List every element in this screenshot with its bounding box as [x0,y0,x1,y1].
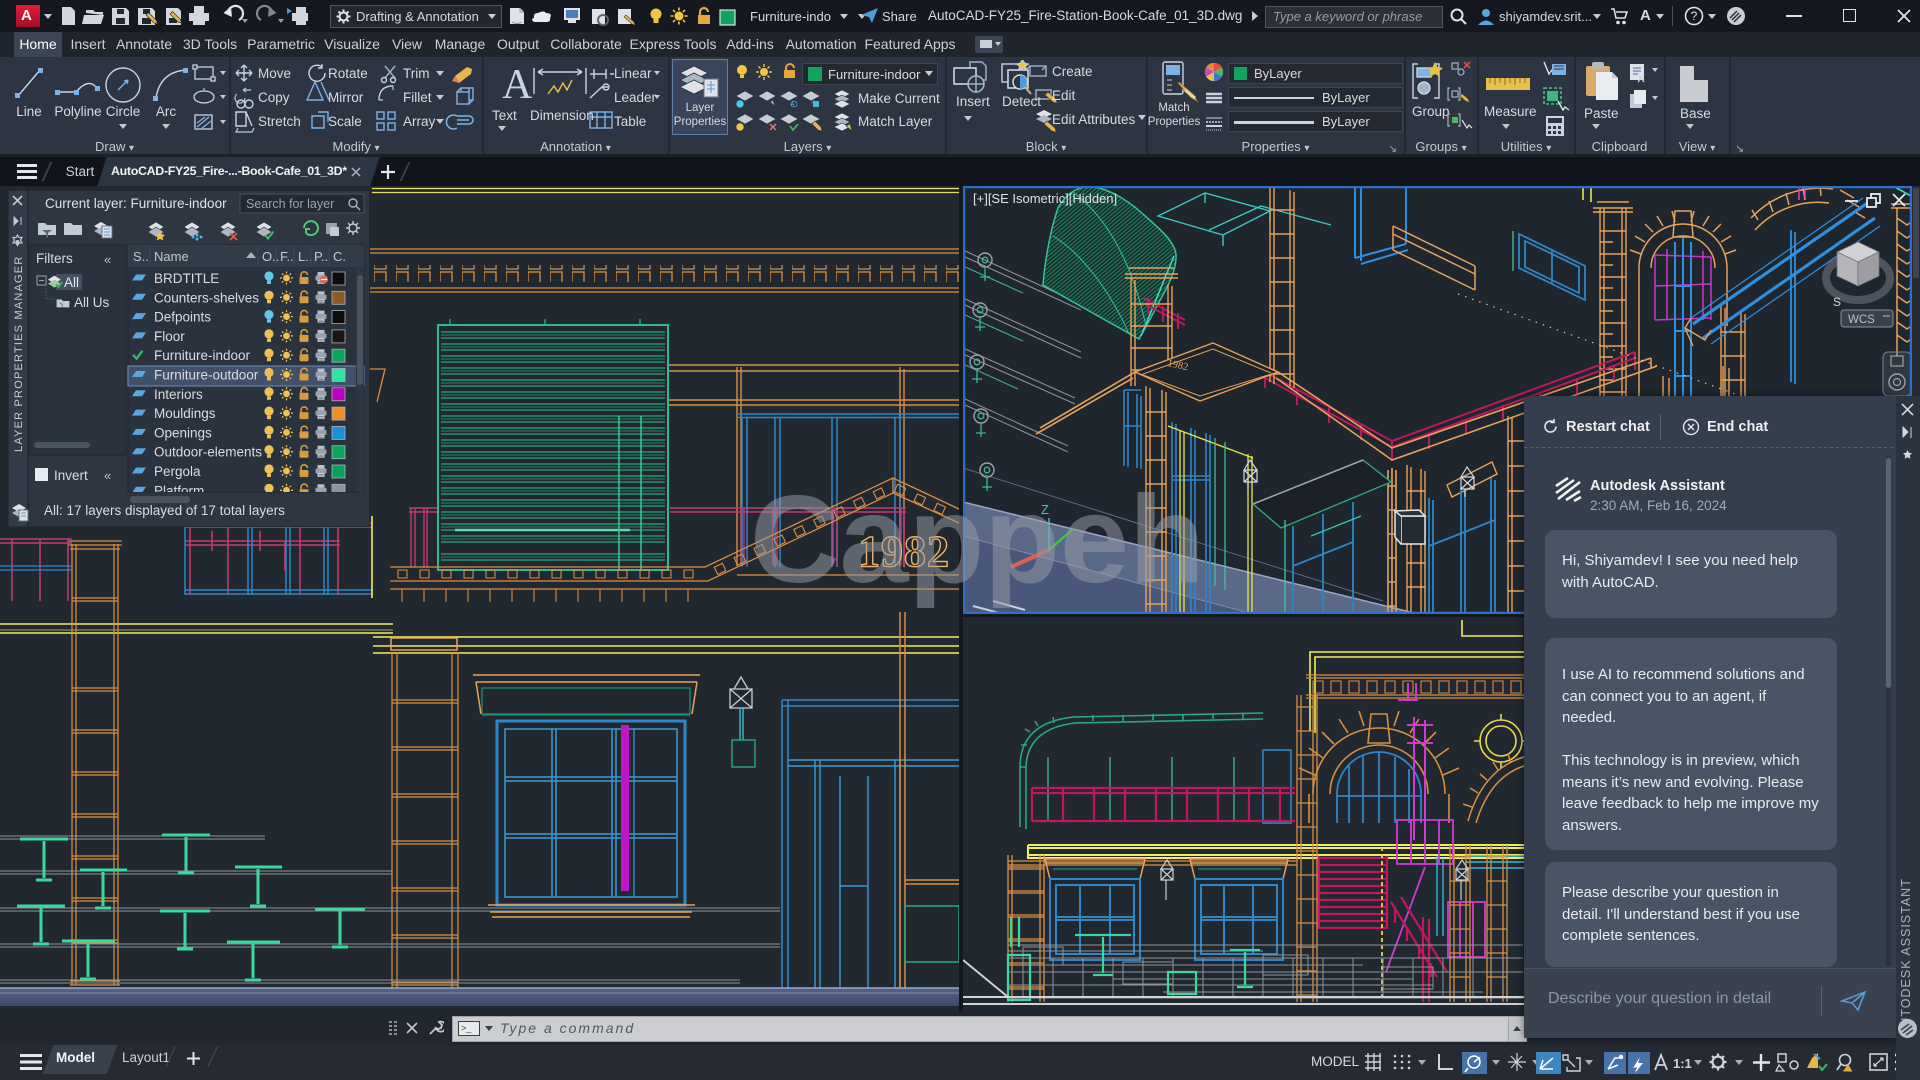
svg-text:Rotate: Rotate [328,66,368,81]
svg-text:Dimension: Dimension [530,108,594,123]
svg-text:Name: Name [154,249,189,264]
svg-text:Mirror: Mirror [328,90,364,105]
svg-text:Fillet: Fillet [403,90,432,105]
svg-text:Line: Line [16,104,42,119]
svg-text:Furniture-outdoor: Furniture-outdoor [154,368,259,383]
svg-text:Defpoints: Defpoints [154,310,211,325]
svg-text:?: ? [1691,9,1698,23]
svg-text:Linear: Linear [614,66,652,81]
svg-text:Edit: Edit [1052,88,1076,103]
svg-text:Circle: Circle [106,104,141,119]
svg-text:Pergola: Pergola [154,464,201,479]
svg-text:A: A [502,62,533,108]
svg-text:Detect: Detect [1002,94,1041,109]
svg-text:«: « [104,468,111,483]
svg-text:Base: Base [1680,106,1711,121]
svg-text:Table: Table [614,114,646,129]
svg-text:Make Current: Make Current [858,91,940,106]
svg-text:All Us: All Us [74,295,110,310]
svg-text:Measure: Measure [1484,104,1537,119]
svg-text:Openings: Openings [154,425,212,440]
svg-text:Stretch: Stretch [258,114,301,129]
svg-text:Interiors: Interiors [154,387,203,402]
svg-text:Counters-shelves: Counters-shelves [154,290,259,305]
svg-text:Polyline: Polyline [54,104,101,119]
svg-text:Trim: Trim [403,66,430,81]
svg-text:Scale: Scale [328,114,362,129]
svg-text:Search for layer: Search for layer [246,197,334,211]
svg-text:Text: Text [492,108,517,123]
svg-text:Group: Group [1412,104,1450,119]
svg-text:Arc: Arc [156,104,177,119]
svg-text:1:1: 1:1 [1673,1056,1692,1071]
svg-text:F..: F.. [280,249,294,264]
svg-text:All: 17 layers displayed of 17: All: 17 layers displayed of 17 total lay… [44,503,285,518]
svg-text:Filters: Filters [36,251,73,266]
svg-text:Insert: Insert [956,94,990,109]
svg-text:All: All [64,275,79,290]
svg-text:Create: Create [1052,64,1093,79]
svg-text:Match Layer: Match Layer [858,114,933,129]
svg-text:Edit Attributes: Edit Attributes [1052,112,1136,127]
svg-text:WCS: WCS [1848,314,1875,326]
svg-text:Invert: Invert [54,468,88,483]
svg-text:Mouldings: Mouldings [154,406,216,421]
svg-text:BRDTITLE: BRDTITLE [154,271,219,286]
svg-text:[+][SE Isometric][Hidden]: [+][SE Isometric][Hidden] [973,191,1117,206]
svg-text:P..: P.. [314,249,328,264]
svg-text:LAYER PROPERTIES MANAGER: LAYER PROPERTIES MANAGER [13,256,25,453]
svg-text:S..: S.. [133,249,149,264]
svg-text:Move: Move [258,66,291,81]
svg-text:Paste: Paste [1584,106,1619,121]
svg-text:Current layer: Furniture-indoo: Current layer: Furniture-indoor [45,196,227,211]
svg-text:«: « [104,252,111,267]
svg-text:O..: O.. [262,249,279,264]
svg-text:Furniture-indoor: Furniture-indoor [154,348,251,363]
svg-text:C.: C. [333,249,346,264]
svg-text:Copy: Copy [258,90,290,105]
svg-text:S: S [1833,295,1841,309]
svg-text:L..: L.. [298,249,312,264]
svg-text:Leader: Leader [614,90,657,105]
svg-text:Floor: Floor [154,329,185,344]
svg-text:Outdoor-elements: Outdoor-elements [154,445,262,460]
svg-text:Array: Array [403,114,436,129]
